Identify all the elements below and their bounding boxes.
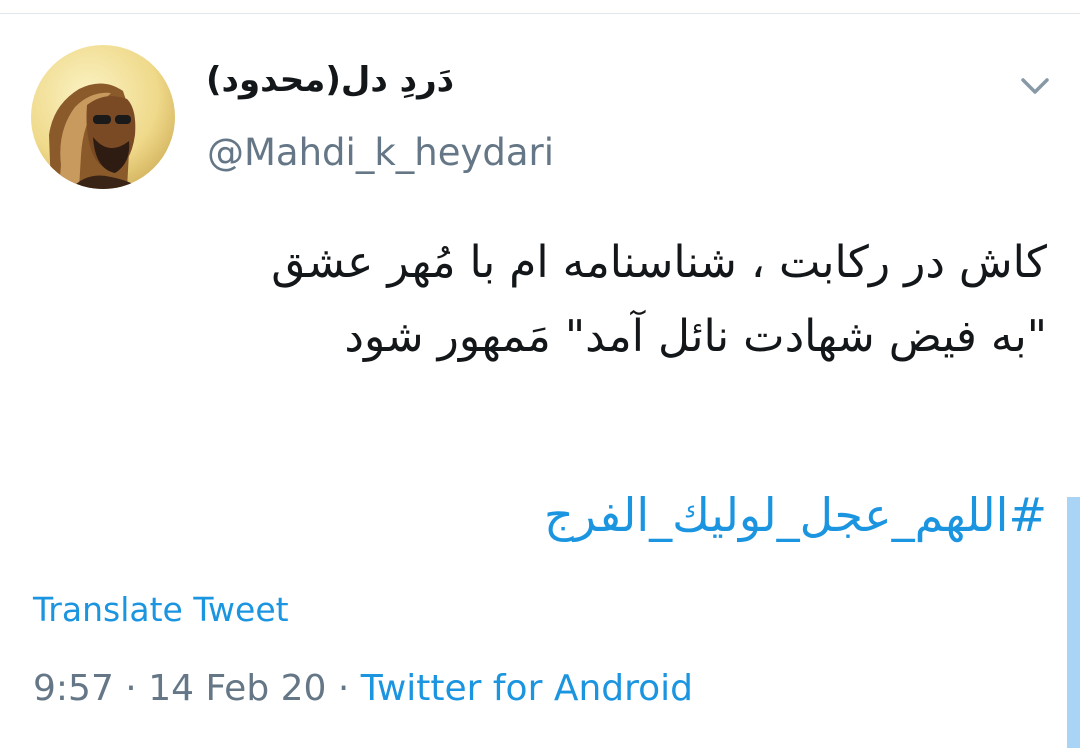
tweet-date: 14 Feb 20 (148, 668, 327, 709)
tweet-text-line: کاش در رکابت ، شناسنامه ام با مُهر عشق (271, 237, 1047, 288)
tweet-text-line: "به فیض شهادت نائل آمد" مَمهور شود (344, 311, 1047, 362)
tweet-time: 9:57 (33, 668, 114, 709)
tweet-source-link[interactable]: Twitter for Android (361, 668, 693, 709)
tweet-detail: دَردِ دل(محدود) @Mahdi_k_heydari کاش در … (0, 0, 1080, 748)
translate-tweet-link[interactable]: Translate Tweet (33, 590, 289, 629)
meta-separator: · (326, 668, 361, 709)
tweet-meta: 9:57 · 14 Feb 20 · Twitter for Android (33, 668, 693, 709)
scrollbar[interactable] (1067, 497, 1080, 748)
hashtag-link[interactable]: #اللهم_عجل_لولیك_الفرج (544, 478, 1047, 552)
meta-separator: · (113, 668, 149, 709)
avatar[interactable] (31, 45, 175, 189)
avatar-photo-icon (31, 45, 175, 189)
tweet-menu-button[interactable] (1018, 74, 1052, 98)
tweet-text: کاش در رکابت ، شناسنامه ام با مُهر عشق "… (147, 226, 1047, 374)
top-divider (0, 13, 1080, 14)
author-display-name[interactable]: دَردِ دل(محدود) (206, 60, 454, 100)
author-handle[interactable]: @Mahdi_k_heydari (207, 131, 554, 174)
chevron-down-icon (1021, 78, 1049, 94)
